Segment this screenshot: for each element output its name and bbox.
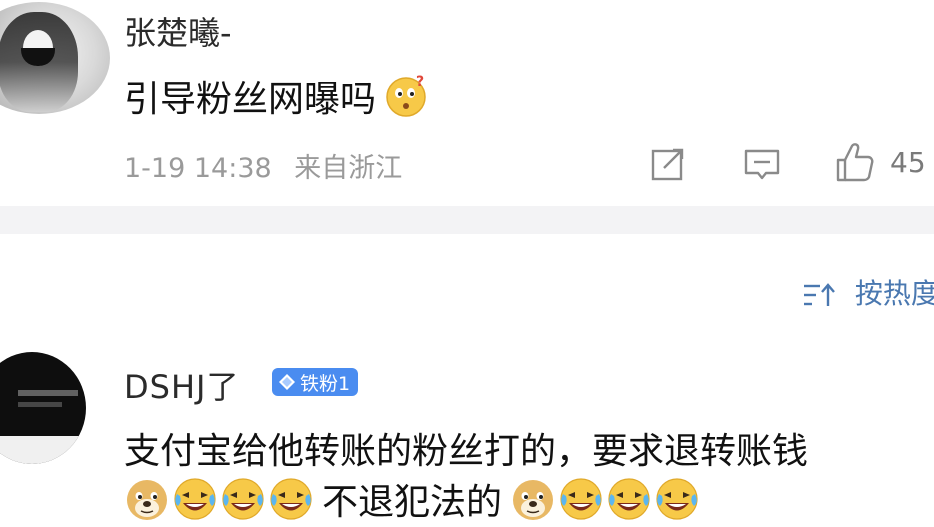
laugh-cry-emoji-icon [222, 478, 264, 520]
avatar-screen-line [18, 390, 78, 396]
section-divider [0, 206, 934, 234]
avatar-bottom-bar [0, 436, 86, 464]
fan-badge-label: 铁粉1 [300, 372, 351, 395]
laugh-cry-emoji-icon [608, 478, 650, 520]
sort-icon [804, 283, 835, 306]
like-icon[interactable] [834, 140, 874, 184]
svg-text:?: ? [416, 74, 424, 90]
emoji-line: 不退犯法的 [124, 476, 700, 523]
laugh-cry-emoji-icon [174, 478, 216, 520]
confused-face-icon: ? [386, 74, 426, 117]
diamond-icon [279, 374, 295, 390]
comment-icon[interactable] [742, 144, 782, 184]
share-icon[interactable] [648, 144, 688, 184]
laugh-cry-emoji-icon [560, 478, 602, 520]
avatar[interactable] [0, 2, 110, 114]
comment-text: 引导粉丝网曝吗 ? [124, 70, 428, 122]
comment-text-content: 引导粉丝网曝吗 [124, 79, 377, 120]
comment-username[interactable]: DSHJ了 [124, 362, 239, 408]
sort-by-hot-button[interactable]: 按热度 [802, 272, 934, 312]
doge-emoji-icon [513, 480, 554, 520]
avatar-screen-line [18, 402, 62, 407]
comment-meta: 1-19 14:38 来自浙江 [124, 146, 402, 185]
comment-time: 1-19 14:38 [124, 153, 272, 184]
emoji-line-text: 不退犯法的 [322, 482, 503, 523]
laugh-cry-emoji-icon [270, 478, 312, 520]
like-count: 45 [890, 146, 926, 179]
fan-badge[interactable]: 铁粉1 [272, 368, 359, 396]
sort-label: 按热度 [854, 277, 934, 310]
comment-text: 支付宝给他转账的粉丝打的，要求退转账钱 [124, 431, 809, 472]
comment-location: 来自浙江 [294, 153, 403, 184]
laugh-cry-emoji-icon [656, 478, 698, 520]
comment-username[interactable]: 张楚曦- [124, 8, 232, 54]
doge-emoji-icon [127, 480, 167, 520]
avatar[interactable] [0, 352, 86, 464]
